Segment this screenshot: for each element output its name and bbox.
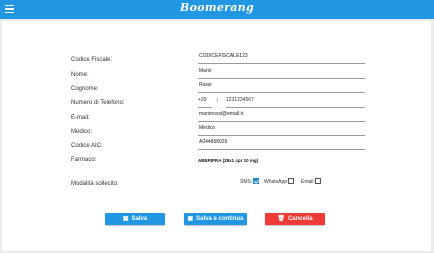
- label-farmaco: Farmaco:: [71, 157, 97, 163]
- label-medico: Medico:: [71, 129, 93, 135]
- label-nome: Nome:: [71, 72, 89, 78]
- codice-aic-value: A044868026: [199, 139, 228, 145]
- phone-prefix-select[interactable]: +39: [198, 96, 212, 108]
- sms-label: SMS:: [240, 179, 253, 185]
- save-continue-button-label: Salva e continua: [196, 216, 244, 222]
- phone-prefix-value: +39: [198, 97, 207, 103]
- cancel-button-label: Cancella: [287, 216, 313, 222]
- label-email: E-mail:: [71, 115, 90, 121]
- whatsapp-label: WhatsApp:: [264, 179, 289, 185]
- nome-input[interactable]: Mario: [198, 67, 365, 79]
- save-continue-button[interactable]: ▣ Salva e continua: [184, 213, 247, 225]
- save-button[interactable]: ▣ Salva: [105, 213, 165, 225]
- label-cognome: Cognome:: [71, 86, 99, 92]
- floppy-icon: ▣: [187, 216, 194, 222]
- farmaco-value: ABERIPRA (28x1 cpr 10 mg): [198, 158, 259, 163]
- email-input[interactable]: mariorossi@email.it: [198, 110, 365, 122]
- cancel-button[interactable]: 🗑 Cancella: [265, 213, 325, 225]
- floppy-icon: ▣: [122, 216, 129, 222]
- save-button-label: Salva: [131, 216, 148, 222]
- codice-aic-input[interactable]: A044868026: [198, 138, 365, 150]
- cognome-value: Rossi: [199, 82, 212, 88]
- patient-form: Codice Fiscale: CODICEFISCALE123 Nome: M…: [2, 21, 431, 251]
- arrow-down-icon[interactable]: ↓: [216, 96, 219, 104]
- cognome-input[interactable]: Rossi: [198, 81, 365, 93]
- app-logo: Boomerang: [180, 1, 254, 14]
- email-value: mariorossi@email.it: [199, 111, 243, 117]
- email-option-label: Email:: [301, 179, 315, 185]
- email-checkbox[interactable]: [315, 178, 321, 184]
- nome-value: Mario: [199, 68, 212, 74]
- codice-fiscale-input[interactable]: CODICEFISCALE123: [198, 52, 365, 64]
- top-app-bar: Boomerang: [0, 0, 434, 19]
- label-codice-fiscale: Codice Fiscale:: [71, 57, 113, 63]
- trash-icon: 🗑: [277, 216, 285, 222]
- codice-fiscale-value: CODICEFISCALE123: [199, 53, 248, 59]
- whatsapp-checkbox[interactable]: [288, 178, 294, 184]
- label-codice-aic: Codice AIC:: [71, 143, 103, 149]
- label-telefono: Numero di Telefono:: [71, 100, 125, 106]
- sms-checkbox[interactable]: [253, 178, 259, 184]
- medico-value: Medico: [199, 125, 216, 131]
- medico-input[interactable]: Medico: [198, 124, 365, 136]
- label-sollecito: Modalità sollecito:: [71, 181, 119, 187]
- phone-number-input[interactable]: 1231234567: [226, 96, 365, 108]
- phone-number-value: 1231234567: [226, 97, 254, 103]
